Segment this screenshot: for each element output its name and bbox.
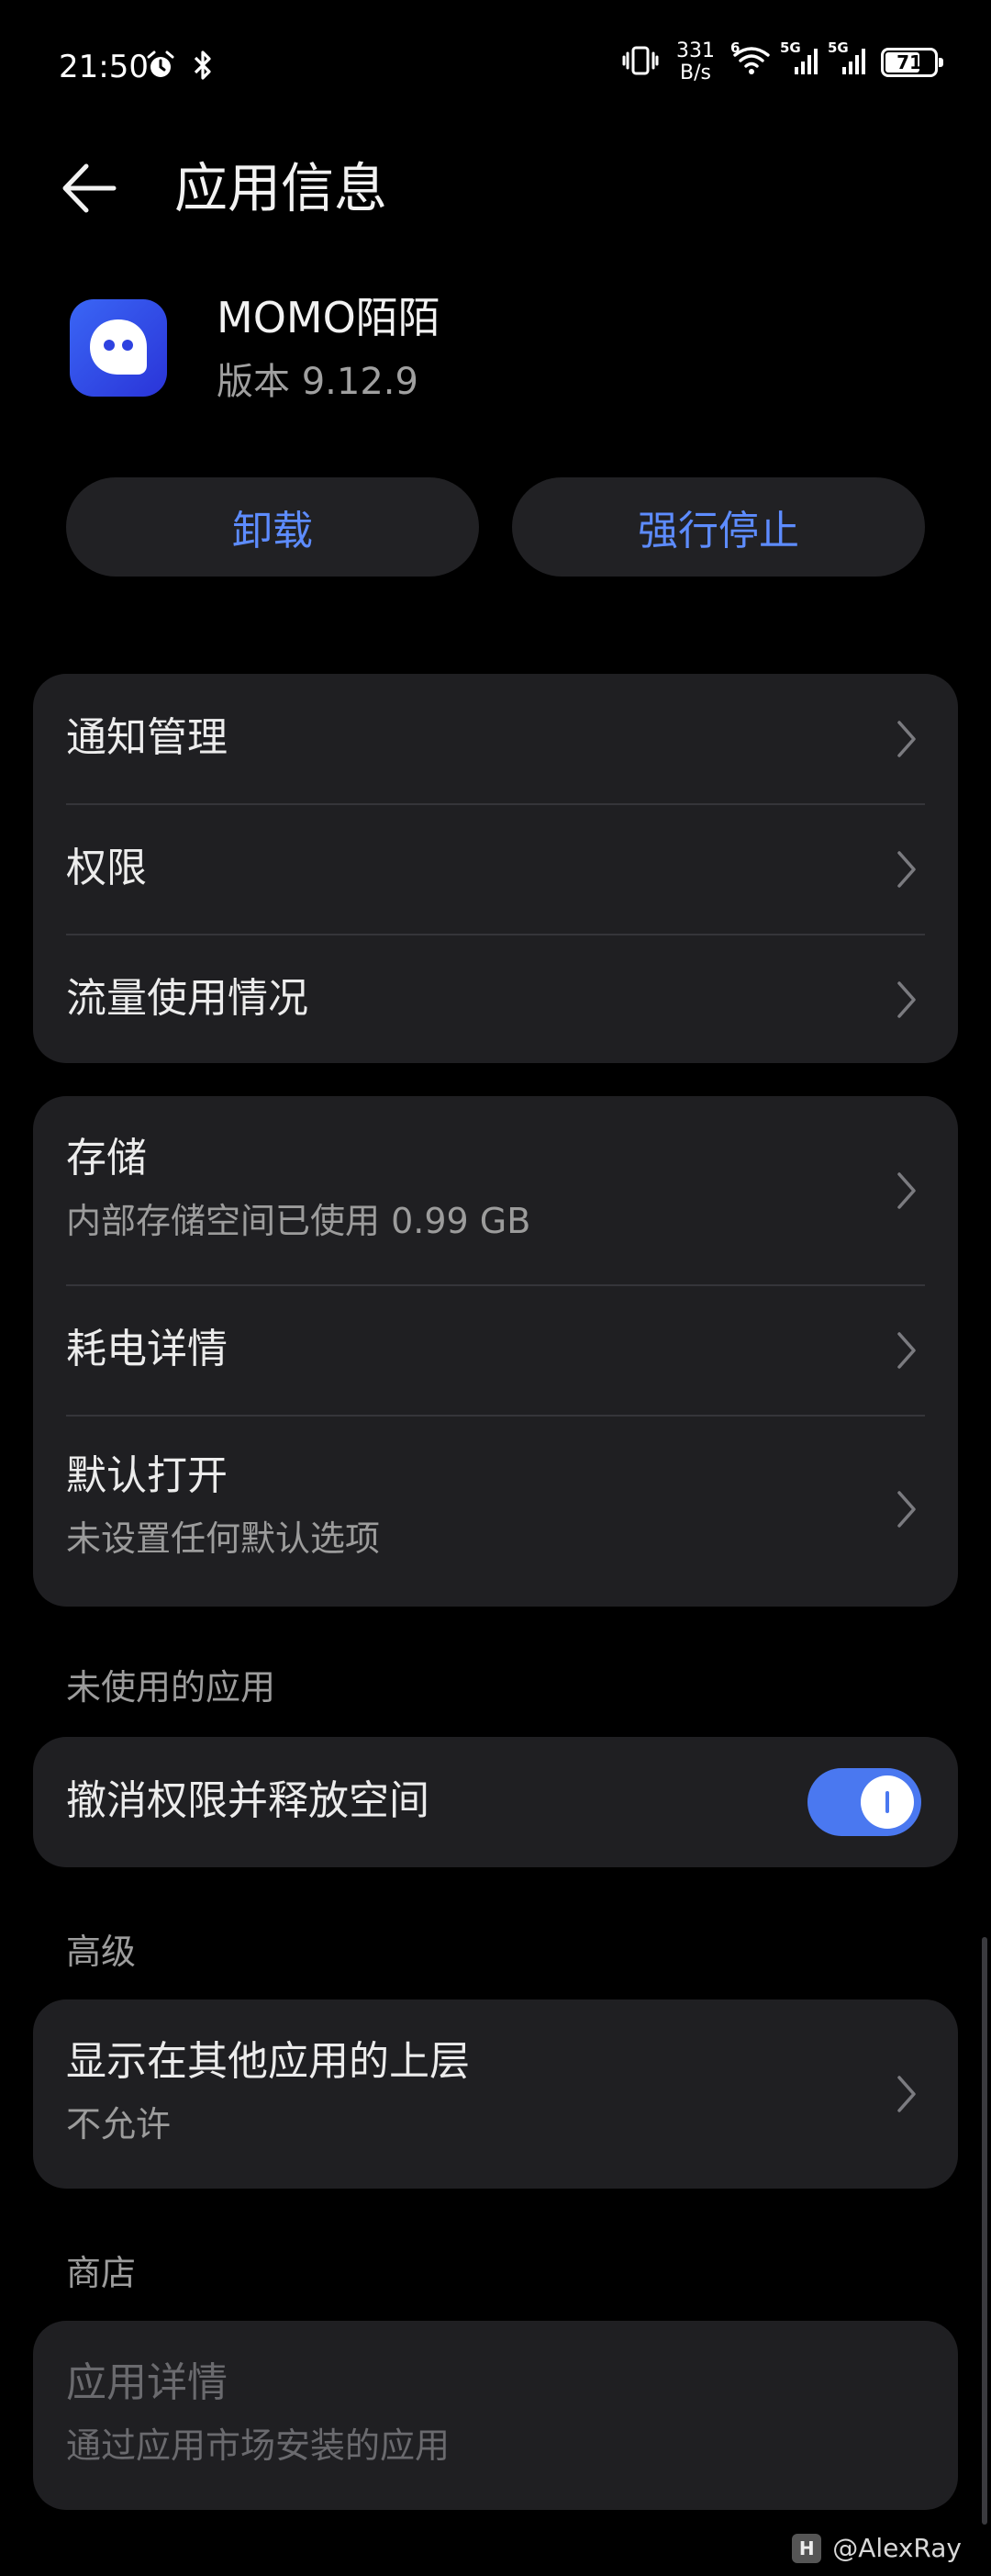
row-title: 流量使用情况: [66, 975, 308, 1022]
row-title: 应用详情: [66, 2359, 228, 2406]
section-label-unused-apps: 未使用的应用: [66, 1667, 276, 1708]
wifi-icon: 6: [730, 39, 771, 80]
settings-group-advanced: 显示在其他应用的上层 不允许: [33, 1999, 958, 2189]
battery-level: 71: [896, 51, 922, 73]
chevron-right-icon: [897, 851, 916, 888]
row-title: 显示在其他应用的上层: [66, 2038, 470, 2085]
row-subtitle: 未设置任何默认选项: [66, 1518, 381, 1559]
notification-management-item[interactable]: 通知管理: [33, 674, 958, 804]
section-label-store: 商店: [66, 2253, 137, 2293]
section-label-advanced: 高级: [66, 1932, 137, 1972]
watermark-text: @AlexRay: [832, 2533, 962, 2563]
app-icon: [70, 299, 167, 397]
network-speed: 331 B/s: [676, 39, 715, 84]
revoke-permissions-toggle[interactable]: [807, 1768, 921, 1836]
app-version: 版本 9.12.9: [217, 361, 418, 403]
header: 应用信息: [0, 138, 991, 239]
watermark: H @AlexRay: [792, 2533, 962, 2563]
row-title: 撤消权限并释放空间: [66, 1777, 429, 1824]
bluetooth-icon: [189, 50, 217, 84]
back-arrow-icon: [62, 163, 117, 213]
permissions-item[interactable]: 权限: [33, 804, 958, 934]
cell-signal-icon: 5G: [828, 39, 866, 80]
status-time: 21:50: [59, 49, 149, 85]
open-by-default-item[interactable]: 默认打开 未设置任何默认选项: [33, 1416, 958, 1607]
scrollbar[interactable]: [982, 1937, 987, 2525]
momo-logo-icon: [90, 319, 147, 375]
chevron-right-icon: [897, 1172, 916, 1209]
chevron-right-icon: [897, 721, 916, 757]
back-button[interactable]: [61, 158, 134, 218]
row-title: 默认打开: [66, 1452, 228, 1499]
row-title: 通知管理: [66, 714, 228, 761]
force-stop-button[interactable]: 强行停止: [512, 477, 925, 577]
chevron-right-icon: [897, 1332, 916, 1369]
storage-item[interactable]: 存储 内部存储空间已使用 0.99 GB: [33, 1096, 958, 1285]
settings-group-storage: 存储 内部存储空间已使用 0.99 GB 耗电详情 默认打开 未设置任何默认选项: [33, 1096, 958, 1607]
status-bar: 21:50 331 B/s 6 5G 5G 71: [0, 0, 991, 129]
row-subtitle: 不允许: [66, 2104, 172, 2145]
settings-group-general: 通知管理 权限 流量使用情况: [33, 674, 958, 1063]
vibrate-icon: [622, 44, 659, 81]
revoke-permissions-row: 撤消权限并释放空间: [33, 1737, 958, 1867]
page-title: 应用信息: [174, 157, 388, 219]
row-subtitle: 通过应用市场安装的应用: [66, 2425, 451, 2466]
settings-group-store: 应用详情 通过应用市场安装的应用: [33, 2321, 958, 2510]
row-title: 权限: [66, 845, 147, 891]
battery-usage-item[interactable]: 耗电详情: [33, 1285, 958, 1416]
app-details-item: 应用详情 通过应用市场安装的应用: [33, 2321, 958, 2510]
uninstall-button[interactable]: 卸载: [66, 477, 479, 577]
chevron-right-icon: [897, 1491, 916, 1528]
chevron-right-icon: [897, 2076, 916, 2112]
toggle-knob: [861, 1775, 914, 1829]
row-title: 耗电详情: [66, 1326, 228, 1372]
app-name: MOMO陌陌: [217, 293, 440, 342]
display-over-other-apps-item[interactable]: 显示在其他应用的上层 不允许: [33, 1999, 958, 2189]
settings-group-unused: 撤消权限并释放空间: [33, 1737, 958, 1867]
chevron-right-icon: [897, 981, 916, 1018]
row-subtitle: 内部存储空间已使用 0.99 GB: [66, 1201, 531, 1241]
battery-icon: 71: [881, 48, 943, 77]
cell-signal-icon: 5G: [780, 39, 818, 80]
alarm-icon: [145, 50, 176, 84]
watermark-logo-icon: H: [792, 2533, 822, 2563]
data-usage-item[interactable]: 流量使用情况: [33, 935, 958, 1063]
row-title: 存储: [66, 1135, 147, 1182]
